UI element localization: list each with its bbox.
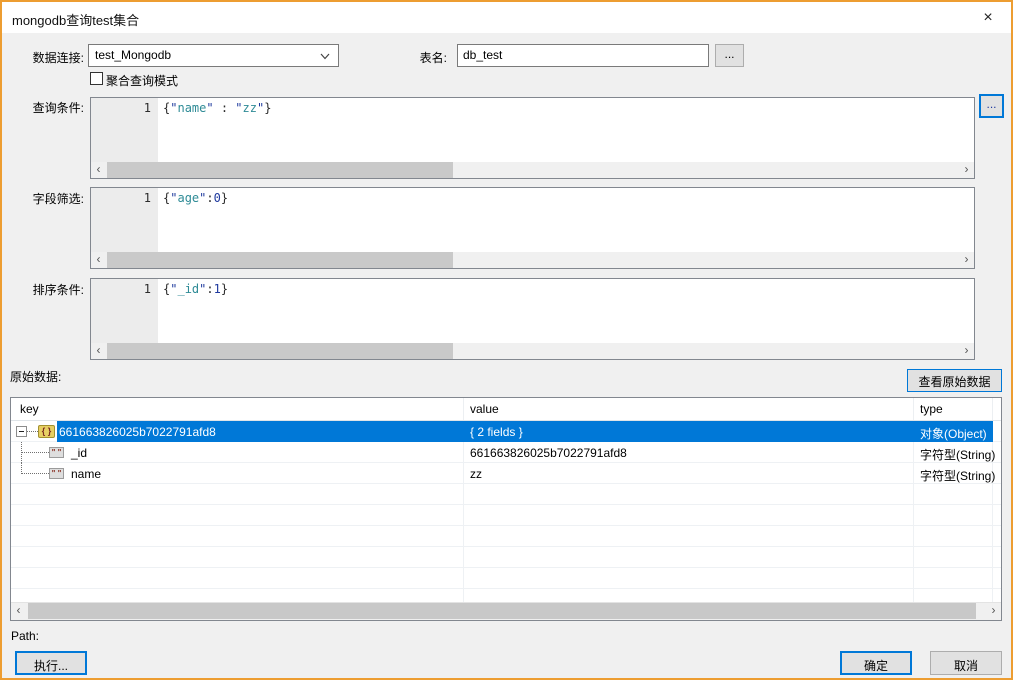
connection-value: test_Mongodb — [95, 48, 171, 62]
table-row-empty — [11, 526, 1001, 547]
table-row-empty — [11, 568, 1001, 589]
table-row-empty — [11, 505, 1001, 526]
title-bar: mongodb查询test集合 × — [2, 2, 1011, 33]
scroll-left-icon[interactable]: ‹ — [11, 603, 26, 619]
scroll-right-icon[interactable]: › — [959, 162, 974, 178]
type-cell[interactable]: 字符型(String) — [914, 442, 993, 462]
connection-label: 数据连接: — [10, 49, 84, 66]
editor-hscrollbar[interactable]: ‹ › — [91, 343, 974, 359]
key-text: name — [71, 467, 101, 481]
column-header-value[interactable]: value — [464, 398, 914, 420]
table-row[interactable]: " " _id 661663826025b7022791afd8字符型(String… — [11, 442, 1001, 463]
table-row-empty — [11, 484, 1001, 505]
dialog-window: mongodb查询test集合 × 数据连接: test_Mongodb 表名:… — [0, 0, 1013, 680]
scroll-right-icon[interactable]: › — [986, 603, 1001, 619]
table-name-label: 表名: — [397, 49, 447, 66]
window-title: mongodb查询test集合 — [12, 10, 139, 29]
scrollbar-thumb[interactable] — [107, 252, 453, 268]
tree-line — [21, 473, 49, 474]
scrollbar-thumb[interactable] — [107, 343, 453, 359]
sort-condition-code[interactable]: {"_id":1} — [163, 282, 228, 296]
connection-select[interactable]: test_Mongodb — [88, 44, 339, 67]
sort-condition-editor[interactable]: 1 {"_id":1} ‹ › — [90, 278, 975, 360]
column-header-type[interactable]: type — [914, 398, 993, 420]
aggregate-mode-label: 聚合查询模式 — [106, 72, 178, 89]
value-cell[interactable]: { 2 fields } — [464, 421, 914, 441]
type-cell[interactable]: 字符型(String) — [914, 463, 993, 483]
line-number-gutter: 1 — [91, 188, 158, 252]
value-cell[interactable]: 661663826025b7022791afd8 — [464, 442, 914, 462]
raw-data-label: 原始数据: — [10, 368, 61, 385]
aggregate-mode-checkbox[interactable] — [90, 72, 103, 85]
table-row-empty — [11, 547, 1001, 568]
result-tree-rows: { }661663826025b7022791afd8{ 2 fields }对… — [11, 421, 1001, 610]
string-icon: " " — [49, 447, 64, 458]
execute-button[interactable]: 执行... — [15, 651, 87, 675]
scroll-right-icon[interactable]: › — [959, 252, 974, 268]
field-filter-code[interactable]: {"age":0} — [163, 191, 228, 205]
chevron-down-icon — [320, 53, 330, 60]
query-condition-editor[interactable]: 1 {"name" : "zz"} ‹ › — [90, 97, 975, 179]
table-name-value: db_test — [463, 48, 502, 62]
string-icon: " " — [49, 468, 64, 479]
scroll-left-icon[interactable]: ‹ — [91, 252, 106, 268]
field-filter-label: 字段筛选: — [10, 190, 84, 207]
editor-hscrollbar[interactable]: ‹ › — [91, 162, 974, 178]
table-name-input[interactable]: db_test — [457, 44, 709, 67]
query-condition-code[interactable]: {"name" : "zz"} — [163, 101, 271, 115]
scroll-right-icon[interactable]: › — [959, 343, 974, 359]
close-button[interactable]: × — [973, 5, 1003, 30]
line-number-gutter: 1 — [91, 98, 158, 162]
editor-hscrollbar[interactable]: ‹ › — [91, 252, 974, 268]
scroll-left-icon[interactable]: ‹ — [91, 343, 106, 359]
scrollbar-thumb[interactable] — [28, 603, 976, 619]
field-filter-editor[interactable]: 1 {"age":0} ‹ › — [90, 187, 975, 269]
key-text: _id — [71, 446, 87, 460]
key-cell[interactable]: " " _id — [11, 442, 464, 462]
collapse-toggle-icon[interactable] — [16, 426, 27, 437]
line-number-gutter: 1 — [91, 279, 158, 343]
query-condition-browse-button[interactable]: ... — [979, 94, 1004, 118]
path-label: Path: — [11, 629, 39, 643]
key-cell[interactable]: { } 661663826025b7022791afd8 — [11, 421, 464, 441]
query-condition-label: 查询条件: — [10, 99, 84, 116]
result-tree-table: key value type { } 661663826025b7022791af… — [10, 397, 1002, 621]
table-row[interactable]: " " name zz字符型(String) — [11, 463, 1001, 484]
close-icon: × — [983, 9, 992, 26]
key-cell[interactable]: " " name — [11, 463, 464, 483]
tree-line — [27, 431, 38, 432]
browse-table-button[interactable]: ... — [715, 44, 744, 67]
scrollbar-thumb[interactable] — [107, 162, 453, 178]
type-cell[interactable]: 对象(Object) — [914, 421, 993, 441]
key-text: 661663826025b7022791afd8 — [59, 425, 216, 439]
ok-button[interactable]: 确定 — [840, 651, 912, 675]
table-row[interactable]: { } 661663826025b7022791afd8 { 2 fields }对… — [11, 421, 1001, 442]
table-hscrollbar[interactable]: ‹ › — [11, 602, 1001, 620]
value-cell[interactable]: zz — [464, 463, 914, 483]
scroll-left-icon[interactable]: ‹ — [91, 162, 106, 178]
tree-line — [21, 452, 49, 453]
cancel-button[interactable]: 取消 — [930, 651, 1002, 675]
column-header-key[interactable]: key — [11, 398, 464, 420]
object-icon: { } — [38, 425, 55, 438]
view-raw-data-button[interactable]: 查看原始数据 — [907, 369, 1002, 392]
sort-condition-label: 排序条件: — [10, 281, 84, 298]
table-header: key value type — [11, 398, 1001, 421]
